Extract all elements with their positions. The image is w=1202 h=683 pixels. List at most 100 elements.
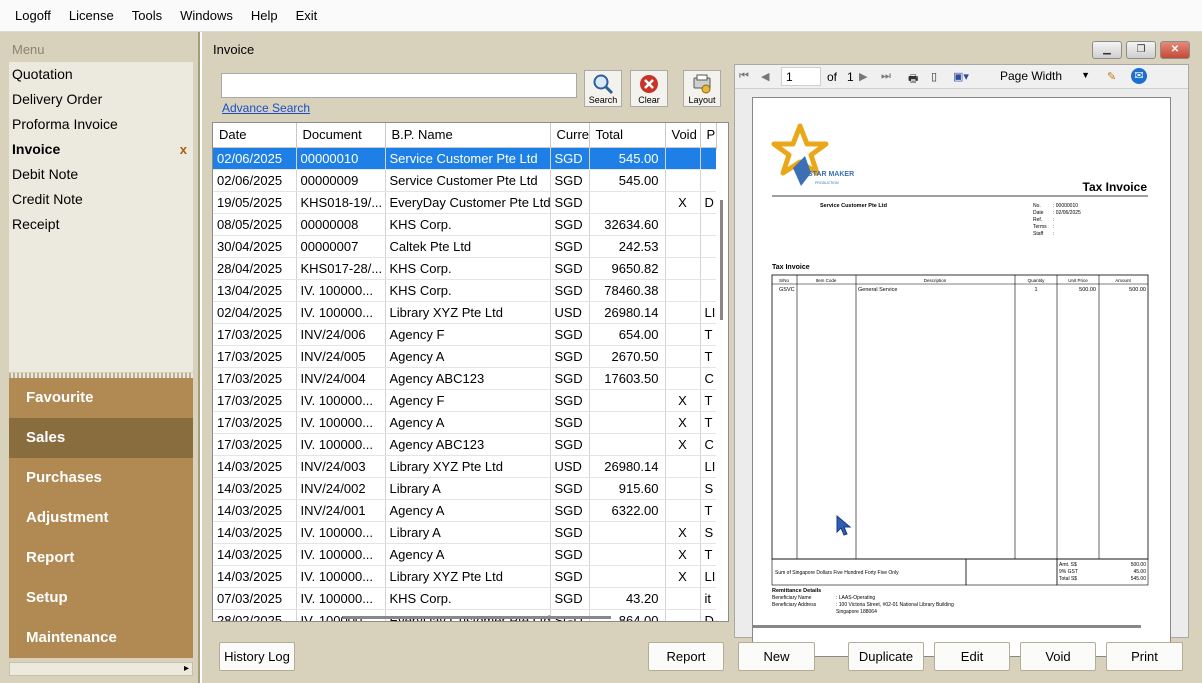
- page-setup-icon[interactable]: ▯: [931, 70, 937, 83]
- grid-vertical-scrollbar[interactable]: [716, 150, 728, 620]
- meta-label: Ref.: [1033, 217, 1042, 223]
- close-window-button[interactable]: ✕: [1160, 41, 1190, 59]
- table-row[interactable]: 17/03/2025 IV. 100000... Agency A SGD X T: [213, 411, 717, 434]
- category-adjustment[interactable]: Adjustment: [9, 498, 193, 538]
- column-header-currency[interactable]: Curre: [550, 123, 590, 148]
- table-row[interactable]: 17/03/2025 IV. 100000... Agency ABC123 SGD X…: [213, 433, 717, 456]
- menu-windows[interactable]: Windows: [171, 8, 242, 23]
- first-page-icon[interactable]: ⏮: [739, 70, 749, 83]
- cell-bp: Agency A: [385, 345, 551, 368]
- last-page-icon[interactable]: ⏭: [881, 70, 891, 83]
- clear-button-label: Clear: [638, 95, 660, 105]
- table-row[interactable]: 14/03/2025 IV. 100000... Library A SGD X S: [213, 521, 717, 544]
- cell-total: 242.53: [589, 235, 666, 258]
- category-report[interactable]: Report: [9, 538, 193, 578]
- category-sales[interactable]: Sales: [9, 418, 193, 458]
- cell-p: [700, 213, 717, 236]
- maximize-button[interactable]: ❐: [1126, 41, 1156, 59]
- edit-button[interactable]: Edit: [934, 642, 1010, 671]
- menu-item-invoice[interactable]: Invoice x: [9, 137, 193, 162]
- cell-date: 02/06/2025: [213, 169, 297, 192]
- column-header-bp-name[interactable]: B.P. Name: [385, 123, 551, 148]
- export-icon[interactable]: ▣▾: [953, 70, 969, 83]
- table-row[interactable]: 14/03/2025 IV. 100000... Library XYZ Pte L…: [213, 565, 717, 588]
- column-header-void[interactable]: Void: [665, 123, 701, 148]
- cell-total: 654.00: [589, 323, 666, 346]
- next-page-icon[interactable]: ▶: [859, 70, 867, 83]
- cell-doc: IV. 100000...: [296, 301, 386, 324]
- menu-license[interactable]: License: [60, 8, 123, 23]
- table-row[interactable]: 08/05/2025 00000008 KHS Corp. SGD 32634.60: [213, 213, 717, 236]
- panel-horizontal-scrollbar[interactable]: ▸: [9, 662, 193, 676]
- history-log-button[interactable]: History Log: [219, 642, 295, 671]
- cell-doc: 00000007: [296, 235, 386, 258]
- menu-tools[interactable]: Tools: [123, 8, 171, 23]
- meta-value: :: [1053, 224, 1054, 230]
- email-icon[interactable]: ✉: [1131, 68, 1147, 84]
- table-row[interactable]: 13/04/2025 IV. 100000... KHS Corp. SGD 78460…: [213, 279, 717, 302]
- table-row[interactable]: 30/04/2025 00000007 Caltek Pte Ltd SGD 242.5…: [213, 235, 717, 258]
- menu-exit[interactable]: Exit: [287, 8, 327, 23]
- table-row[interactable]: 17/03/2025 INV/24/005 Agency A SGD 2670.50 T: [213, 345, 717, 368]
- category-maintenance[interactable]: Maintenance: [9, 618, 193, 658]
- invoice-grid[interactable]: Date Document B.P. Name Curre Total Void…: [212, 122, 729, 622]
- menu-item-proforma-invoice[interactable]: Proforma Invoice: [9, 112, 193, 137]
- zoom-select[interactable]: Page Width ▼: [994, 67, 1094, 86]
- table-row[interactable]: 02/06/2025 00000009 Service Customer Pte L…: [213, 169, 717, 192]
- table-row[interactable]: 07/03/2025 IV. 100000... KHS Corp. SGD 43.20…: [213, 587, 717, 610]
- previous-page-icon[interactable]: ◀: [761, 70, 769, 83]
- grid-horizontal-scrollbar[interactable]: [343, 616, 611, 619]
- void-button[interactable]: Void: [1020, 642, 1096, 671]
- menu-item-debit-note[interactable]: Debit Note: [9, 162, 193, 187]
- clear-button[interactable]: Clear: [630, 70, 668, 107]
- print-icon[interactable]: 🖶: [908, 70, 918, 89]
- menu-item-delivery-order[interactable]: Delivery Order: [9, 87, 193, 112]
- column-header-date[interactable]: Date: [213, 123, 297, 148]
- category-purchases[interactable]: Purchases: [9, 458, 193, 498]
- report-button[interactable]: Report: [648, 642, 724, 671]
- zoom-value: Page Width: [1000, 69, 1063, 83]
- column-header-document[interactable]: Document: [296, 123, 386, 148]
- parameters-icon[interactable]: ✎: [1107, 70, 1116, 83]
- category-favourite[interactable]: Favourite: [9, 378, 193, 418]
- cell-cur: SGD: [550, 367, 590, 390]
- menu-item-receipt[interactable]: Receipt: [9, 212, 193, 237]
- viewer-horizontal-scrollbar[interactable]: [753, 625, 1141, 628]
- table-row[interactable]: 02/04/2025 IV. 100000... Library XYZ Pte L…: [213, 301, 717, 324]
- minimize-button[interactable]: ▁: [1092, 41, 1122, 59]
- table-row[interactable]: 17/03/2025 INV/24/004 Agency ABC123 SGD 1760…: [213, 367, 717, 390]
- menu-item-credit-note[interactable]: Credit Note: [9, 187, 193, 212]
- advance-search-link[interactable]: Advance Search: [222, 101, 310, 115]
- scroll-right-icon[interactable]: ▸: [184, 663, 189, 675]
- cell-total: 545.00: [589, 169, 666, 192]
- duplicate-button[interactable]: Duplicate: [848, 642, 924, 671]
- new-button[interactable]: New: [738, 642, 815, 671]
- table-row[interactable]: 14/03/2025 INV/24/002 Library A SGD 915.60 S: [213, 477, 717, 500]
- menu-item-quotation[interactable]: Quotation: [9, 62, 193, 87]
- scroll-thumb[interactable]: [720, 200, 723, 320]
- left-navigation-panel: Menu Quotation Delivery Order Proforma I…: [0, 32, 200, 683]
- cell-p: [700, 169, 717, 192]
- page-number-input[interactable]: 1: [781, 67, 821, 86]
- table-row[interactable]: 14/03/2025 IV. 100000... Agency A SGD X T: [213, 543, 717, 566]
- column-header-total[interactable]: Total: [589, 123, 666, 148]
- table-row[interactable]: 19/05/2025 KHS018-19/... EveryDay Customer…: [213, 191, 717, 214]
- search-input[interactable]: [221, 73, 577, 98]
- table-row[interactable]: 14/03/2025 INV/24/001 Agency A SGD 6322.00 T: [213, 499, 717, 522]
- table-row[interactable]: 02/06/2025 00000010 Service Customer Pte L…: [213, 147, 717, 170]
- menu-help[interactable]: Help: [242, 8, 287, 23]
- layout-button[interactable]: Layout: [683, 70, 721, 107]
- search-button[interactable]: Search: [584, 70, 622, 107]
- table-row[interactable]: 17/03/2025 INV/24/006 Agency F SGD 654.00 T: [213, 323, 717, 346]
- cell-p: T: [700, 543, 717, 566]
- cell-bp: Library XYZ Pte Ltd: [385, 301, 551, 324]
- close-icon[interactable]: x: [180, 137, 187, 162]
- table-row[interactable]: 17/03/2025 IV. 100000... Agency F SGD X T: [213, 389, 717, 412]
- table-row[interactable]: 14/03/2025 INV/24/003 Library XYZ Pte Ltd U…: [213, 455, 717, 478]
- category-setup[interactable]: Setup: [9, 578, 193, 618]
- table-row[interactable]: 28/04/2025 KHS017-28/... KHS Corp. SGD 9650.…: [213, 257, 717, 280]
- column-header-p[interactable]: P: [700, 123, 717, 148]
- menu-logoff[interactable]: Logoff: [6, 8, 60, 23]
- print-button[interactable]: Print: [1106, 642, 1183, 671]
- window-title: Invoice: [213, 42, 255, 57]
